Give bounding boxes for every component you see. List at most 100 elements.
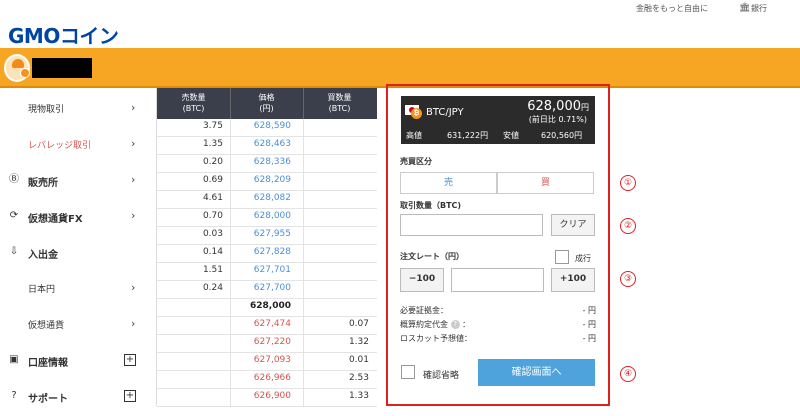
table-row[interactable]: 0.69 628,209 — [157, 173, 377, 191]
market-order-checkbox[interactable] — [555, 250, 569, 264]
qty-input[interactable] — [400, 214, 543, 236]
sell-qty-cell: 0.69 — [202, 175, 223, 185]
sidebar-item-crypto[interactable]: 仮想通貨 › — [0, 308, 150, 344]
table-row[interactable]: 1.35 628,463 — [157, 137, 377, 155]
sidebar-item-leverage[interactable]: レバレッジ取引 › — [0, 128, 150, 164]
cell-divider — [303, 155, 304, 173]
redacted-username — [32, 58, 92, 78]
margin-row: 必要証拠金： - 円 — [400, 305, 596, 316]
sell-qty-cell: 1.35 — [202, 139, 223, 149]
clear-button[interactable]: クリア — [551, 214, 595, 236]
marker-4: ④ — [620, 366, 636, 382]
sidebar-item-store[interactable]: Ⓑ 販売所 › — [0, 164, 150, 200]
sidebar-item-deposit[interactable]: ⇩ 入出金 — [0, 236, 150, 272]
sidebar-item-account[interactable]: ▣ 口座情報 + — [0, 344, 150, 380]
cell-divider — [303, 263, 304, 281]
price-cell[interactable]: 626,900 — [231, 391, 291, 401]
order-book-header: 売数量 (BTC) 価格 (円) 買数量 (BTC) — [157, 88, 377, 119]
table-row[interactable]: 626,966 2.53 — [157, 371, 377, 389]
exchange-icon: ⟳ — [9, 210, 19, 221]
price-cell[interactable]: 627,700 — [231, 283, 291, 293]
cell-divider — [303, 191, 304, 209]
price-cell[interactable]: 627,955 — [231, 229, 291, 239]
deposit-icon: ⇩ — [9, 246, 19, 257]
price-cell[interactable]: 628,000 — [231, 301, 291, 311]
top-bar: 金融をもっと自由に 🏛 銀行 — [0, 0, 800, 18]
ticker-price-value: 628,000 — [527, 99, 581, 114]
table-row[interactable]: 0.03 627,955 — [157, 227, 377, 245]
col-header-buy-qty: 買数量 (BTC) — [327, 93, 352, 113]
chevron-right-icon: › — [131, 137, 136, 150]
order-book: 売数量 (BTC) 価格 (円) 買数量 (BTC) 3.75 628,590 1.… — [156, 88, 377, 407]
ticker-price-unit: 円 — [581, 103, 589, 112]
table-row[interactable]: 627,474 0.07 — [157, 317, 377, 335]
chevron-right-icon: › — [131, 173, 136, 186]
sidebar-item-label: 仮想通貨 — [28, 321, 65, 331]
marker-2: ② — [620, 218, 636, 234]
expand-plus-icon[interactable]: + — [124, 354, 136, 366]
table-row[interactable]: 628,000 — [157, 299, 377, 317]
table-row[interactable]: 3.75 628,590 — [157, 119, 377, 137]
table-row[interactable]: 627,093 0.01 — [157, 353, 377, 371]
sell-qty-cell: 0.70 — [202, 211, 223, 221]
sell-toggle-button[interactable]: 売 — [400, 172, 497, 194]
table-row[interactable]: 0.20 628,336 — [157, 155, 377, 173]
price-cell[interactable]: 628,463 — [231, 139, 291, 149]
price-cell[interactable]: 627,093 — [231, 355, 291, 365]
sidebar-item-support[interactable]: ? サポート + — [0, 380, 150, 416]
help-icon[interactable]: ? — [450, 320, 460, 329]
low-label: 安値 — [503, 131, 519, 140]
table-row[interactable]: 4.61 628,082 — [157, 191, 377, 209]
table-row[interactable]: 1.51 627,701 — [157, 263, 377, 281]
tagline-link[interactable]: 金融をもっと自由に — [636, 3, 708, 14]
price-cell[interactable]: 627,828 — [231, 247, 291, 257]
price-cell[interactable]: 627,701 — [231, 265, 291, 275]
sell-qty-cell: 4.61 — [202, 193, 223, 203]
expand-plus-icon[interactable]: + — [124, 390, 136, 402]
price-cell[interactable]: 627,474 — [231, 319, 291, 329]
buy-toggle-button[interactable]: 買 — [497, 172, 594, 194]
sidebar-item-label: 日本円 — [28, 285, 56, 295]
buy-qty-cell: 1.33 — [348, 391, 369, 401]
sell-qty-cell: 0.24 — [202, 283, 223, 293]
sidebar-item-fx[interactable]: ⟳ 仮想通貨FX › — [0, 200, 150, 236]
marker-3: ③ — [620, 271, 636, 287]
price-ticker: ₿ BTC/JPY 628,000円 (前日比 0.71%) 高値 631,22… — [401, 96, 595, 144]
side-label: 売買区分 — [400, 157, 432, 166]
table-row[interactable]: 627,220 1.32 — [157, 335, 377, 353]
col-header-price: 価格 (円) — [258, 93, 275, 113]
table-row[interactable]: 0.14 627,828 — [157, 245, 377, 263]
plus-100-button[interactable]: +100 — [551, 268, 595, 292]
sidebar-item-jpy[interactable]: 日本円 › — [0, 272, 150, 308]
confirm-button[interactable]: 確認画面へ — [478, 359, 595, 386]
losscut-label: ロスカット予想値： — [400, 334, 472, 343]
logo-bar — [0, 18, 800, 48]
price-cell[interactable]: 628,336 — [231, 157, 291, 167]
qty-label: 取引数量（BTC) — [400, 201, 462, 210]
minus-100-button[interactable]: −100 — [400, 268, 444, 292]
rate-label: 注文レート（円） — [400, 252, 464, 261]
sidebar-item-label: 入出金 — [28, 250, 58, 261]
price-cell[interactable]: 628,590 — [231, 121, 291, 131]
losscut-row: ロスカット予想値： - 円 — [400, 333, 596, 344]
sidebar-item-label: 口座情報 — [28, 358, 68, 369]
gmo-coin-logo[interactable]: GMOコイン — [8, 20, 119, 49]
buy-qty-cell: 0.07 — [348, 319, 369, 329]
bank-link[interactable]: 銀行 — [751, 3, 767, 14]
rate-input[interactable] — [451, 268, 544, 292]
table-row[interactable]: 0.70 628,000 — [157, 209, 377, 227]
sell-qty-cell: 0.20 — [202, 157, 223, 167]
table-row[interactable]: 626,900 1.33 — [157, 389, 377, 407]
sell-qty-cell: 0.03 — [202, 229, 223, 239]
price-cell[interactable]: 628,000 — [231, 211, 291, 221]
sell-qty-cell: 1.51 — [202, 265, 223, 275]
price-cell[interactable]: 628,082 — [231, 193, 291, 203]
skip-confirm-checkbox[interactable] — [401, 365, 415, 379]
price-cell[interactable]: 628,209 — [231, 175, 291, 185]
table-row[interactable]: 0.24 627,700 — [157, 281, 377, 299]
bitcoin-icon: ₿ — [411, 108, 422, 119]
price-cell[interactable]: 626,966 — [231, 373, 291, 383]
price-cell[interactable]: 627,220 — [231, 337, 291, 347]
sidebar-item-spot[interactable]: 現物取引 › — [0, 92, 150, 128]
low-value: 620,560円 — [541, 131, 583, 140]
